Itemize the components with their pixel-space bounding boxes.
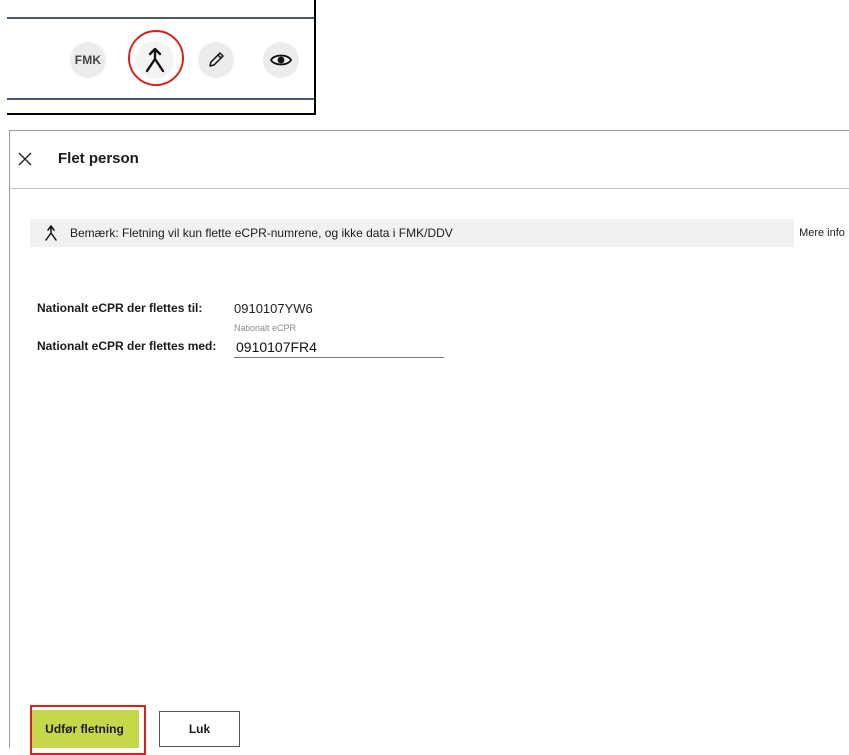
source-ecpr-label: Nationalt eCPR der flettes med: [37,339,217,353]
eye-icon [270,54,292,66]
close-icon[interactable] [16,150,34,168]
edit-button[interactable] [198,42,234,78]
source-ecpr-input[interactable] [234,337,444,358]
source-ecpr-caption: Nationalt eCPR [234,323,297,333]
dialog-title: Flet person [58,150,139,167]
target-ecpr-value: 0910107YW6 [234,301,313,316]
merge-icon [145,47,165,73]
toolbar-divider-top [7,17,314,19]
target-ecpr-label: Nationalt eCPR der flettes til: [37,301,203,315]
notice-text: Bemærk: Fletning vil kun flette eCPR-num… [70,226,453,240]
merge-button[interactable] [136,41,174,79]
merge-person-dialog: Flet person Bemærk: Fletning vil kun fle… [9,130,849,748]
toolbar-divider-bottom [7,98,314,100]
notice-bar: Bemærk: Fletning vil kun flette eCPR-num… [30,219,849,247]
more-info-button[interactable]: Mere info [794,219,849,247]
perform-merge-button[interactable]: Udfør fletning [30,710,139,748]
fmk-button[interactable]: FMK [70,42,106,78]
fmk-label: FMK [74,53,102,67]
dialog-header: Flet person [10,131,849,189]
merge-icon [45,225,57,241]
source-ecpr-field: Nationalt eCPR [234,323,444,361]
toolbar-crop: FMK [7,0,316,115]
view-button[interactable] [263,42,299,78]
pencil-icon [209,52,224,67]
close-button[interactable]: Luk [159,711,240,747]
